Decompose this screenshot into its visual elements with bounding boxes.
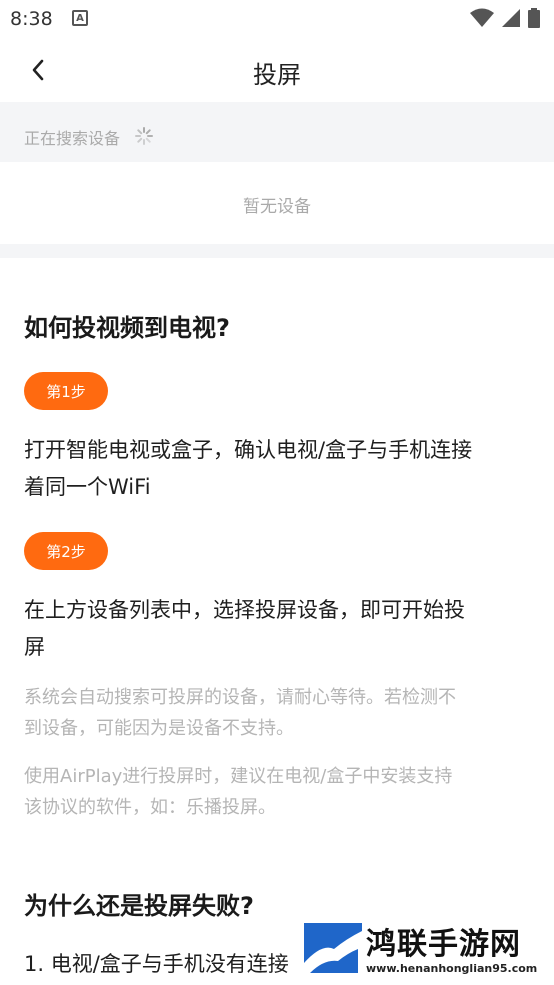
battery-icon [528,8,540,28]
signal-icon [502,9,520,27]
section-divider [0,244,554,258]
device-list: 暂无设备 [0,162,554,244]
watermark-title: 鸿联手游网 [366,927,521,962]
step-2-line2: 屏 [24,635,45,659]
step-1-line1: 打开智能电视或盒子，确认电视/盒子与手机连接 [24,438,473,462]
step-2-text: 在上方设备列表中，选择投屏设备，即可开始投 屏 [24,592,534,666]
page-title: 投屏 [253,61,301,89]
step-badge: 第1步 [24,372,108,410]
note-2-line1: 使用AirPlay进行投屏时，建议在电视/盒子中安装支持 [24,766,453,787]
watermark-texts: 鸿联手游网 www.henanhonglian95.com [366,928,537,976]
note-1-line2: 到设备，可能因为是设备不支持。 [24,718,294,739]
failure-item: 1. 电视/盒子与手机没有连接 [24,952,289,976]
search-status-text: 正在搜索设备 [24,129,121,148]
guide-heading: 如何投视频到电视? [24,314,230,342]
note-2-line2: 该协议的软件，如：乐播投屏。 [24,797,276,818]
note-1-line1: 系统会自动搜索可投屏的设备，请耐心等待。若检测不 [24,687,456,708]
step-2-line1: 在上方设备列表中，选择投屏设备，即可开始投 [24,598,465,622]
step-1-text: 打开智能电视或盒子，确认电视/盒子与手机连接 着同一个WiFi [24,432,534,506]
watermark-url: www.henanhonglian95.com [366,962,538,975]
watermark-logo-icon [304,923,362,981]
loading-spinner-icon [135,127,153,145]
failure-heading: 为什么还是投屏失败? [24,892,254,920]
empty-device-text: 暂无设备 [243,197,311,217]
status-time: 8:38 [10,8,53,30]
status-icons [470,8,540,28]
wifi-icon [470,8,494,27]
step-1-line2: 着同一个WiFi [24,475,151,499]
search-status-row: 正在搜索设备 [0,102,554,162]
note-text: 使用AirPlay进行投屏时，建议在电视/盒子中安装支持 该协议的软件，如：乐播… [24,761,534,823]
status-bar: 8:38 A [0,0,554,38]
step-badge: 第2步 [24,532,108,570]
navigation-bar: 投屏 [0,38,554,102]
note-text: 系统会自动搜索可投屏的设备，请耐心等待。若检测不 到设备，可能因为是设备不支持。 [24,682,534,744]
help-content: 如何投视频到电视? 第1步 打开智能电视或盒子，确认电视/盒子与手机连接 着同一… [0,258,554,985]
notification-icon: A [72,10,88,26]
watermark: 鸿联手游网 www.henanhonglian95.com [304,922,548,982]
